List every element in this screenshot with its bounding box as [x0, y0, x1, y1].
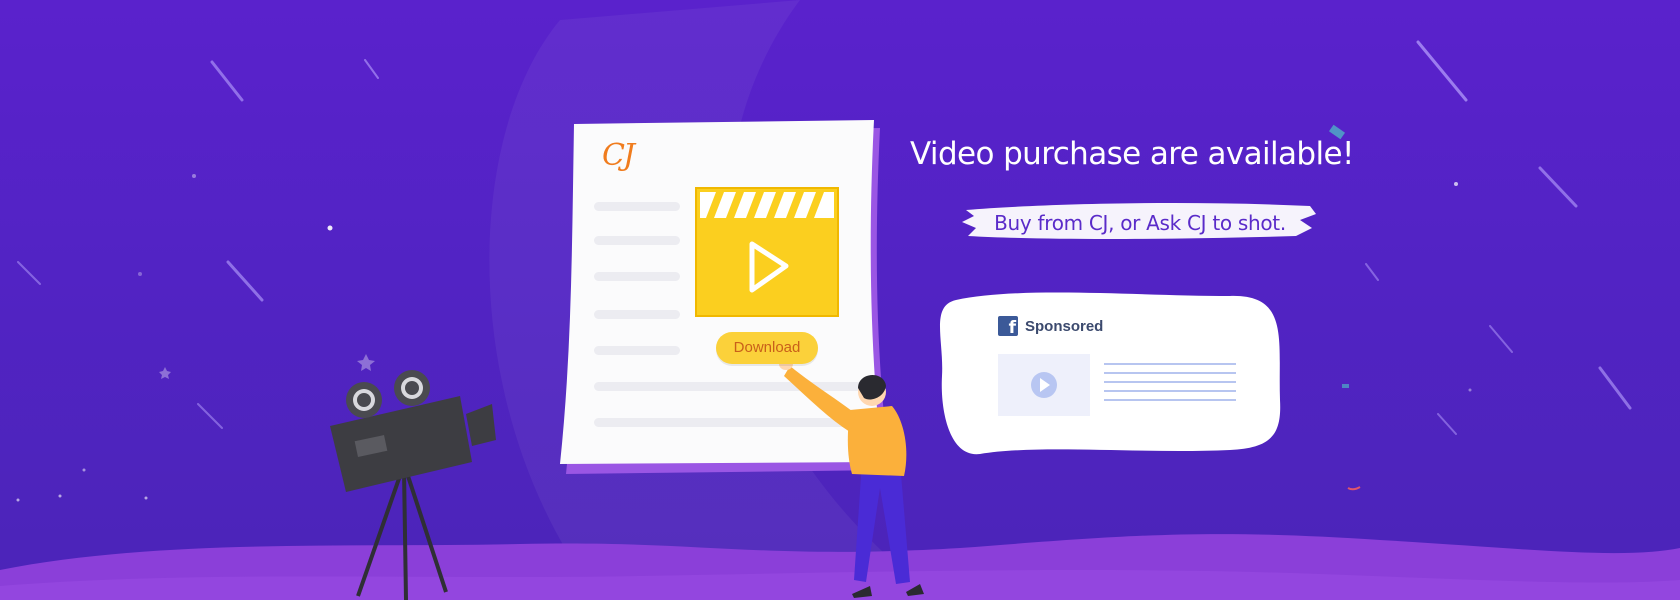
subheadline: Buy from CJ, or Ask CJ to shot. [994, 211, 1286, 235]
headline: Video purchase are available! [910, 136, 1354, 172]
confetti [1347, 486, 1361, 491]
cj-logo: CJ [602, 138, 635, 173]
sponsored-label: Sponsored [1025, 318, 1104, 335]
banner-illustration [0, 0, 1680, 600]
confetti [1342, 384, 1349, 388]
video-thumbnail [695, 187, 839, 317]
download-button[interactable]: Download [716, 332, 818, 364]
promo-banner: CJ Download Video purchase are available… [0, 0, 1680, 600]
facebook-icon: f [998, 316, 1018, 336]
